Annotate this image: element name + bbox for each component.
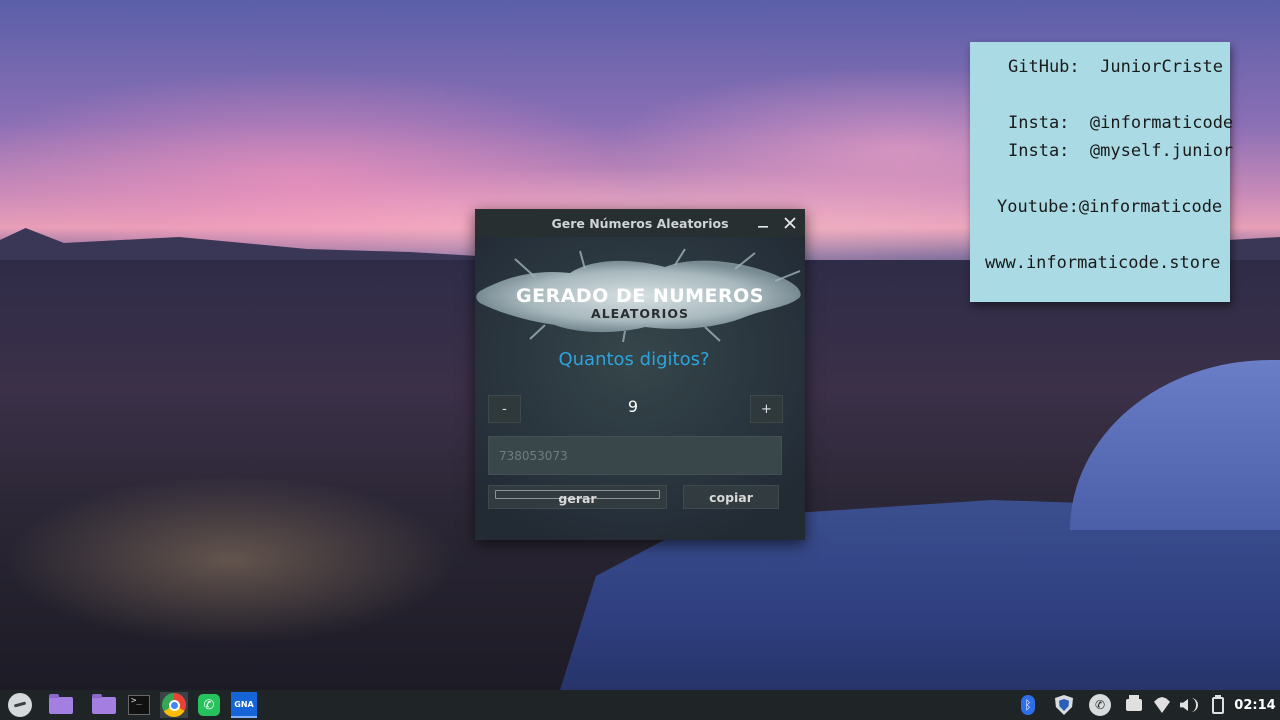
- note-line-insta-myself: Insta: @myself.junior: [1008, 141, 1234, 161]
- generate-button-label: gerar: [558, 490, 597, 506]
- logo-subtitle: ALEATORIOS: [591, 306, 689, 321]
- window-title: Gere Números Aleatorios: [551, 215, 729, 231]
- window-content: GERADO DE NUMEROS ALEATORIOS Quantos dig…: [475, 237, 805, 540]
- logo-title: GERADO DE NUMEROS: [516, 285, 764, 307]
- folder-icon[interactable]: [47, 692, 75, 718]
- bluetooth-icon[interactable]: ᛒ: [1016, 690, 1040, 720]
- printer-icon[interactable]: [1122, 690, 1146, 720]
- clipboard-icon[interactable]: [1206, 690, 1230, 720]
- whatsapp-icon[interactable]: ✆: [195, 692, 223, 718]
- terminal-icon[interactable]: >_: [125, 692, 153, 718]
- start-menu-icon[interactable]: [6, 692, 34, 718]
- decrement-button[interactable]: -: [488, 395, 521, 423]
- app-window: Gere Números Aleatorios GERADO DE NUMERO…: [475, 209, 805, 540]
- note-line-youtube: Youtube:@informaticode: [997, 197, 1223, 217]
- result-field[interactable]: [488, 436, 782, 475]
- shield-icon[interactable]: [1052, 690, 1076, 720]
- generate-button[interactable]: gerar: [488, 485, 667, 509]
- digits-question-label: Quantos digitos?: [558, 349, 710, 370]
- gna-app-label: GNA: [231, 692, 257, 718]
- app-logo: GERADO DE NUMEROS ALEATORIOS: [475, 247, 805, 343]
- sticky-note[interactable]: GitHub: JuniorCriste Insta: @informatico…: [970, 42, 1234, 302]
- chrome-icon[interactable]: [160, 692, 188, 718]
- copy-button[interactable]: copiar: [683, 485, 779, 509]
- gna-app-icon[interactable]: GNA: [230, 692, 258, 718]
- note-line-insta-informaticode: Insta: @informaticode: [1008, 113, 1234, 133]
- window-titlebar[interactable]: Gere Números Aleatorios: [475, 209, 805, 237]
- taskbar: >_ ✆ GNA ᛒ ✆ 02:14: [0, 690, 1280, 720]
- note-line-website: www.informaticode.store: [985, 253, 1221, 273]
- increment-button[interactable]: +: [750, 395, 783, 423]
- volume-icon[interactable]: [1177, 690, 1201, 720]
- minimize-icon[interactable]: [753, 213, 773, 233]
- close-icon[interactable]: [780, 213, 800, 233]
- note-line-github: GitHub: JuniorCriste: [1008, 57, 1223, 77]
- digit-count-value: 9: [627, 397, 639, 416]
- whatsapp-tray-icon[interactable]: ✆: [1088, 690, 1112, 720]
- wifi-icon[interactable]: [1150, 690, 1174, 720]
- folder-icon[interactable]: [90, 692, 118, 718]
- clock[interactable]: 02:14: [1232, 690, 1278, 720]
